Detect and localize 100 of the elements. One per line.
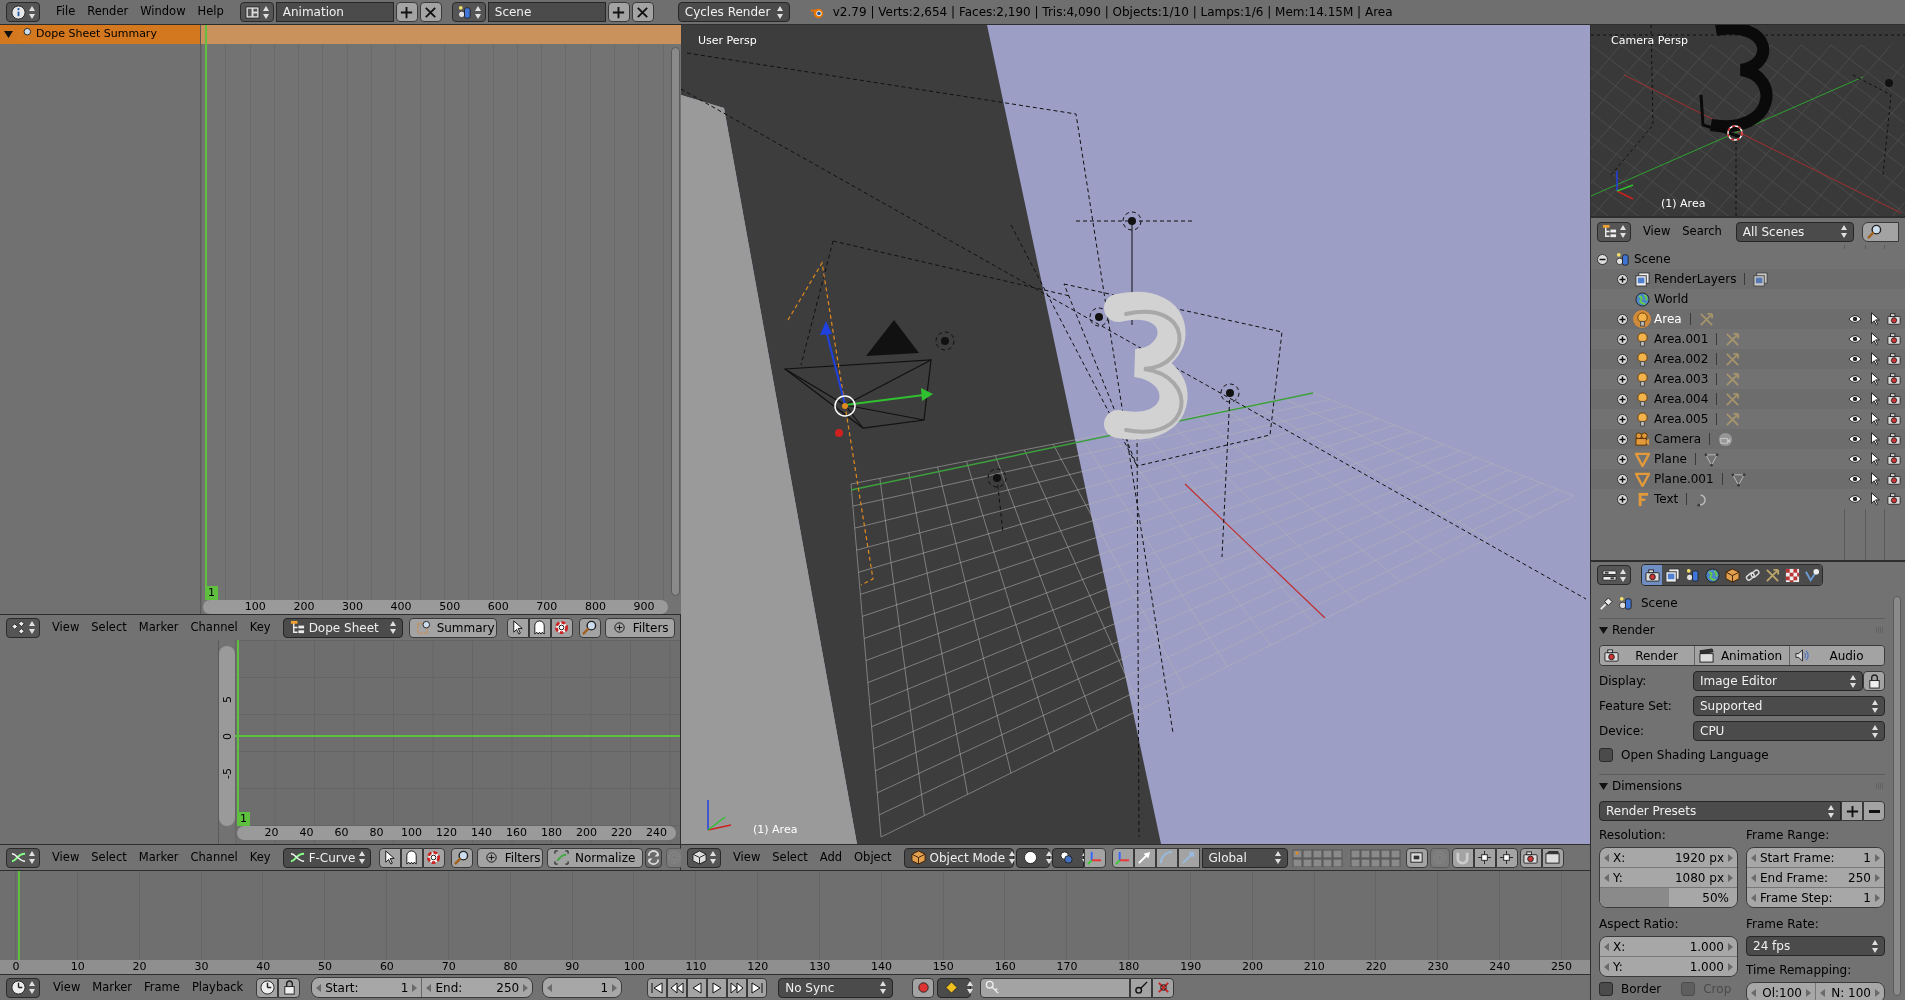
filters-button[interactable]: Filters [476, 847, 543, 868]
editor-mode-dropdown[interactable]: F-Curve [282, 847, 371, 868]
menu-item[interactable]: Key [243, 848, 277, 867]
ruler-label: 10 [69, 958, 86, 975]
ruler-label: 240 [1488, 958, 1512, 975]
summary-button[interactable]: Summary [408, 617, 497, 638]
outliner-item[interactable]: Area [1654, 310, 1682, 328]
menu-item[interactable]: View [46, 848, 86, 867]
outliner-item[interactable]: Scene [1634, 250, 1671, 268]
menu-item[interactable]: Channel [184, 848, 244, 867]
ruler-label: 120 [746, 958, 770, 975]
panel-title: Render [1612, 622, 1655, 639]
render-audio-button[interactable]: Audio [1789, 646, 1884, 665]
screen-layout-field[interactable]: Animation [275, 2, 394, 22]
filters-button[interactable]: Filters [604, 617, 675, 638]
render-engine-dropdown[interactable]: Cycles Render [677, 2, 790, 22]
menu-item[interactable]: Render [81, 3, 135, 21]
number-field[interactable]: Frame Step: 1 [1747, 888, 1884, 907]
render-presets-dropdown[interactable]: Render Presets [1599, 801, 1841, 821]
render-still-button[interactable]: Render [1600, 646, 1694, 665]
menu-item[interactable]: View [727, 848, 767, 867]
display-dropdown[interactable]: Image Editor [1693, 671, 1863, 691]
ruler-label: 230 [1426, 958, 1450, 975]
outliner-item[interactable]: Plane [1654, 450, 1687, 468]
outliner-item[interactable]: Area.001 [1654, 330, 1709, 348]
ruler-label: 140 [870, 958, 893, 975]
ruler-label: 200 [292, 598, 316, 615]
active-object-label: (1) Area [1661, 195, 1706, 212]
interaction-mode-dropdown[interactable]: Object Mode [903, 847, 1014, 868]
menu-item[interactable]: Marker [132, 618, 185, 637]
menu-item[interactable]: Marker [86, 978, 139, 997]
display-mode-dropdown[interactable]: All Scenes [1735, 221, 1854, 242]
menu-item[interactable]: Key [243, 618, 277, 637]
number-field[interactable]: Y: 1080 px [1600, 868, 1737, 887]
ruler-label: 100 [622, 958, 646, 975]
menu-item[interactable]: View [47, 978, 87, 997]
menu-item[interactable]: File [50, 3, 82, 21]
menu-item[interactable]: Select [766, 848, 814, 867]
field-label: Time Remapping: [1746, 962, 1853, 979]
transform-orientation-dropdown[interactable]: Global [1201, 847, 1288, 868]
editor-mode-dropdown[interactable]: Dope Sheet [282, 617, 403, 638]
menu-item[interactable]: Add [813, 848, 849, 867]
current-frame-badge: 1 [237, 812, 250, 826]
menu-item[interactable]: View [1637, 222, 1677, 241]
menu-item[interactable]: Select [85, 848, 133, 867]
menu-item[interactable]: Search [1676, 222, 1728, 241]
menu-item[interactable]: Help [191, 3, 230, 21]
menu-item[interactable]: Marker [132, 848, 185, 867]
ruler-label: 900 [632, 598, 656, 615]
number-field[interactable]: Y: 1.000 [1600, 957, 1737, 976]
menu-item[interactable]: Playback [185, 978, 250, 997]
menu-item[interactable]: Frame [138, 978, 186, 997]
menu-item[interactable]: Object [848, 848, 898, 867]
device-dropdown[interactable]: CPU [1693, 721, 1885, 741]
ruler-label: 160 [993, 958, 1017, 975]
ruler-label: 400 [389, 598, 413, 615]
ruler-label: 20 [131, 958, 148, 975]
number-field[interactable]: Start Frame: 1 [1747, 848, 1884, 867]
number-field[interactable]: X: 1920 px [1600, 848, 1737, 867]
ruler-label: 60 [378, 958, 395, 975]
axis-tick-label: 0 [221, 732, 233, 740]
sync-mode-dropdown[interactable]: No Sync [778, 977, 894, 998]
feature-set-dropdown[interactable]: Supported [1693, 696, 1885, 716]
field-label: Frame Range: [1746, 827, 1831, 844]
channel-row[interactable]: Dope Sheet Summary [0, 25, 200, 44]
menu-item[interactable]: Channel [184, 618, 244, 637]
outliner-item[interactable]: Plane.001 [1654, 470, 1714, 488]
ruler-label: 80 [368, 824, 385, 841]
menu-item[interactable]: Select [85, 618, 133, 637]
normalize-toggle[interactable]: Normalize [546, 847, 643, 868]
field-label: Display: [1599, 673, 1648, 690]
menu-item[interactable]: View [46, 618, 86, 637]
render-animation-button[interactable]: Animation [1694, 646, 1789, 665]
outliner-item[interactable]: Area.002 [1654, 350, 1709, 368]
ruler-label: 250 [1550, 958, 1574, 975]
outliner-item[interactable]: Text [1654, 490, 1679, 508]
ruler-label: 140 [470, 824, 493, 841]
number-field[interactable]: 1 [543, 978, 622, 997]
ruler-label: 70 [440, 958, 457, 975]
ruler-label: 120 [435, 824, 458, 841]
field-label: Device: [1599, 723, 1646, 740]
scene-field[interactable]: Scene [487, 2, 606, 22]
ruler-label: 30 [193, 958, 210, 975]
outliner-item[interactable]: Area.003 [1654, 370, 1709, 388]
resolution-percentage-slider[interactable]: 50% [1600, 888, 1737, 907]
ruler-label: 130 [808, 958, 832, 975]
outliner-item[interactable]: World [1654, 290, 1689, 308]
ruler-label: 40 [255, 958, 272, 975]
outliner-item[interactable]: Area.004 [1654, 390, 1709, 408]
ruler-label: 600 [486, 598, 510, 615]
number-field[interactable]: X: 1.000 [1600, 937, 1737, 956]
number-field[interactable]: End Frame: 250 [1747, 868, 1884, 887]
field-label: Feature Set: [1599, 698, 1673, 715]
ruler-label: 60 [333, 824, 350, 841]
ruler-label: 180 [1117, 958, 1141, 975]
checkbox-label: Border [1621, 981, 1662, 998]
frame-rate-dropdown[interactable]: 24 fps [1746, 936, 1885, 956]
outliner-item[interactable]: Area.005 [1654, 410, 1709, 428]
outliner-item[interactable]: Camera [1654, 430, 1702, 448]
menu-item[interactable]: Window [134, 3, 192, 21]
